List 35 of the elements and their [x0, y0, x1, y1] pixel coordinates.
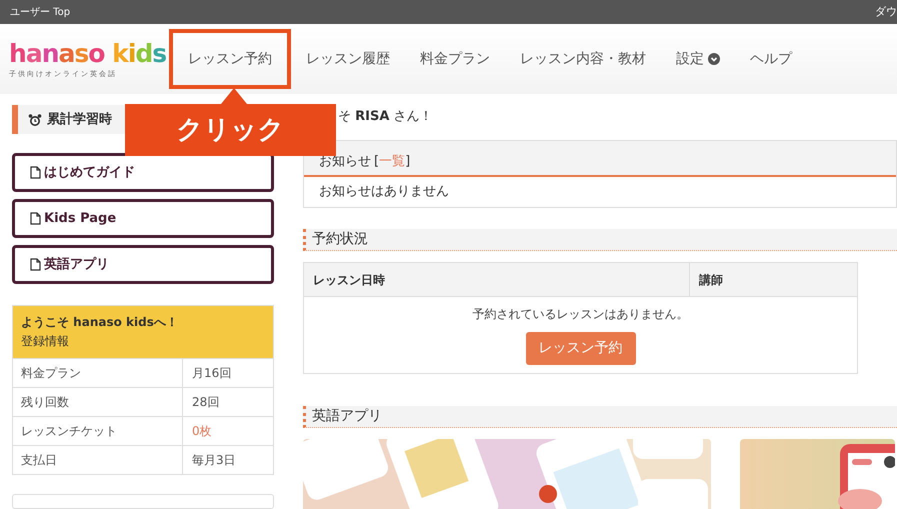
nav-link[interactable]: レッスン履歴	[291, 29, 405, 89]
table-cell-text: 0枚	[191, 423, 213, 440]
column-header: 講師	[698, 272, 724, 288]
table-cell: レッスンチケット	[13, 417, 183, 446]
empty-message: 予約されているレッスンはありません。	[472, 306, 688, 323]
nav-link[interactable]: 料金プラン	[405, 29, 505, 89]
greeting-text: そ RISA さん！	[338, 108, 433, 126]
click-callout: クリック	[125, 88, 336, 156]
nav-link[interactable]: ヘルプ	[735, 29, 807, 89]
table-cell-text: 毎月3日	[191, 452, 237, 470]
list-link[interactable]: [一覧]	[374, 152, 410, 171]
nav-link[interactable]: 設定	[661, 29, 735, 89]
download-link[interactable]: ダウ	[875, 4, 897, 20]
table-cell-text: 28回	[191, 394, 220, 412]
notice-message: お知らせはありません	[318, 183, 450, 202]
table-cell: 支払日	[13, 446, 183, 474]
document-icon	[30, 258, 41, 272]
table-cell: 料金プラン	[13, 359, 183, 388]
nav-link[interactable]: レッスン予約	[169, 29, 291, 89]
document-icon	[30, 212, 41, 226]
chevron-down-icon	[708, 53, 720, 65]
card-subtitle: 登録情報	[21, 333, 70, 350]
sidebar-link[interactable]: 英語アプリ	[12, 245, 274, 284]
table-cell-text: 月16回	[191, 365, 232, 382]
alarm-clock-icon	[28, 112, 42, 127]
page-title: ユーザー Top	[10, 6, 70, 20]
sidebar-link[interactable]: Kids Page	[12, 199, 274, 238]
section-heading: 予約状況	[303, 229, 897, 251]
table-cell: 残り回数	[13, 388, 183, 416]
section-heading: 英語アプリ	[303, 406, 897, 428]
column-header: レッスン日時	[304, 263, 690, 296]
nav-link[interactable]: レッスン内容・教材	[505, 29, 661, 89]
card-title: ようこそ hanaso kidsへ！	[21, 314, 179, 332]
panel-heading: 累計学習時	[47, 110, 112, 129]
document-icon	[30, 166, 41, 180]
